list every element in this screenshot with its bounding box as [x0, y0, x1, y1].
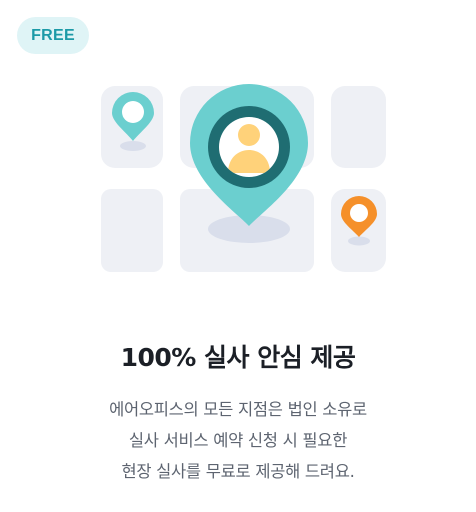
map-pins-illustration — [101, 84, 386, 272]
section-title: 100% 실사 안심 제공 — [120, 343, 356, 372]
map-tile — [331, 86, 386, 168]
map-tile — [101, 189, 163, 272]
description-line: 에어오피스의 모든 지점은 법인 소유로 — [109, 400, 367, 419]
description-line: 실사 서비스 예약 신청 시 필요한 — [128, 431, 348, 450]
section-description: 에어오피스의 모든 지점은 법인 소유로 실사 서비스 예약 신청 시 필요한 … — [0, 394, 476, 487]
description-line: 현장 실사를 무료로 제공해 드려요. — [121, 462, 355, 481]
